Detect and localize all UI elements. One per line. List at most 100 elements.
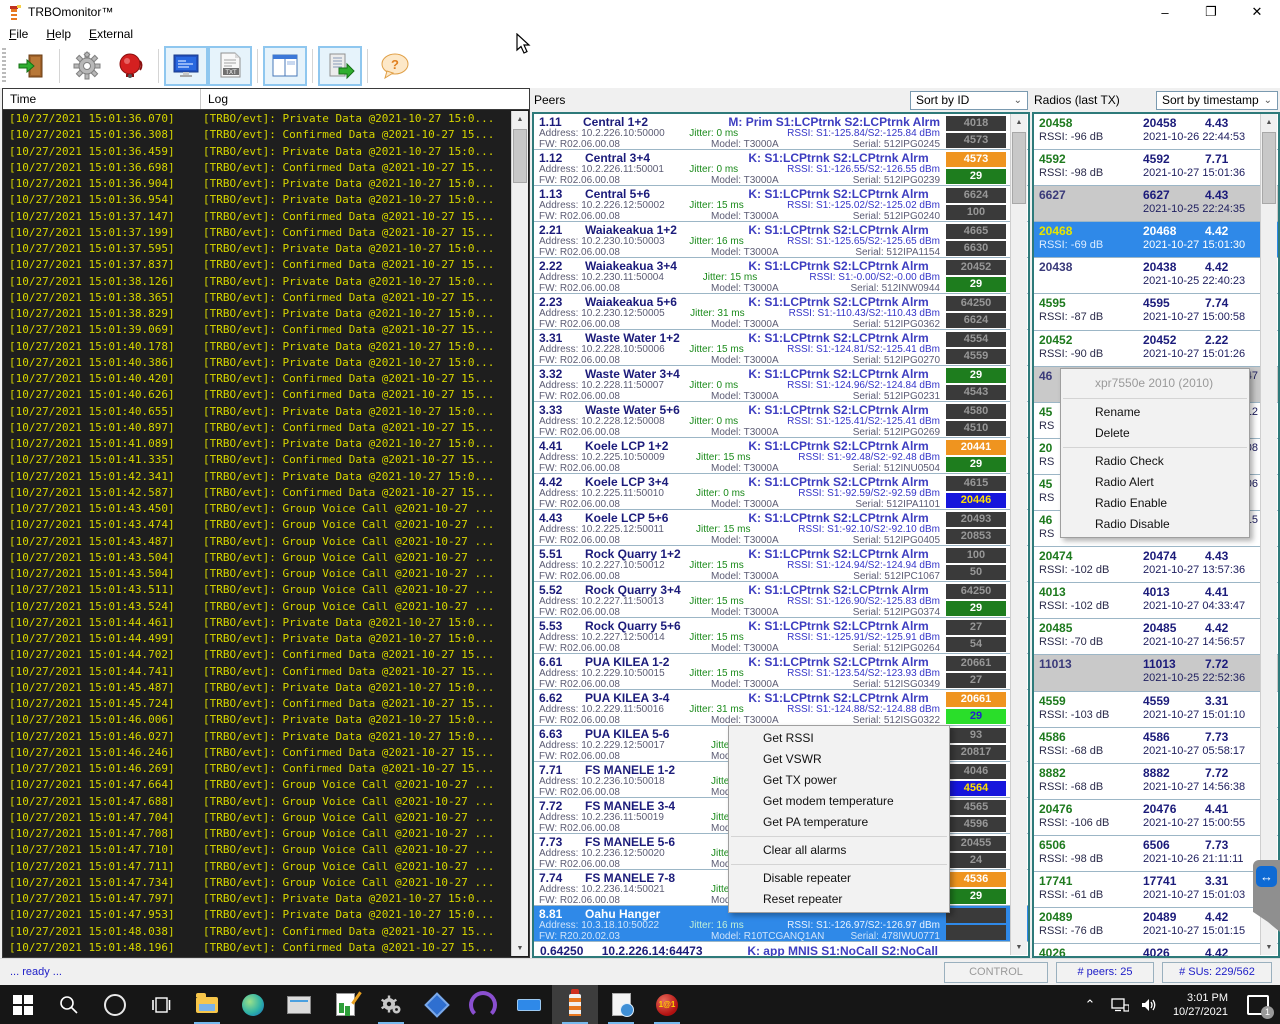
- radio-row[interactable]: 4013RSSI: -102 dB40134.412021-10-27 04:3…: [1034, 583, 1278, 619]
- log-row[interactable]: [10/27/2021 15:01:45.724][TRBO/evt]: Con…: [9, 697, 511, 713]
- peer-row[interactable]: 4.42Koele LCP 3+4K: S1:LCPtrnk S2:LCPtrn…: [534, 474, 1028, 510]
- scroll-down-icon[interactable]: ▼: [1011, 939, 1027, 955]
- radio-row[interactable]: 20438204384.422021-10-25 22:40:23: [1034, 258, 1278, 294]
- txt-log-icon[interactable]: TXT: [208, 46, 252, 86]
- file-explorer-button[interactable]: [184, 985, 230, 1024]
- edge-button[interactable]: [230, 985, 276, 1024]
- radio-row[interactable]: 4586RSSI: -68 dB45867.732021-10-27 05:58…: [1034, 728, 1278, 764]
- peer-row[interactable]: 5.51Rock Quarry 1+2K: S1:LCPtrnk S2:LCPt…: [534, 546, 1028, 582]
- scroll-up-icon[interactable]: ▲: [512, 111, 528, 127]
- log-scroll-thumb[interactable]: [513, 129, 527, 183]
- action-center-button[interactable]: 1: [1236, 995, 1280, 1015]
- context-menu-item-radio-disable[interactable]: Radio Disable: [1061, 514, 1249, 535]
- radio-row[interactable]: 20485RSSI: -70 dB204854.422021-10-27 14:…: [1034, 619, 1278, 655]
- radio-row[interactable]: 20452RSSI: -90 dB204522.222021-10-27 15:…: [1034, 331, 1278, 367]
- log-row[interactable]: [10/27/2021 15:01:43.511][TRBO/evt]: Gro…: [9, 583, 511, 599]
- log-row[interactable]: [10/27/2021 15:01:41.335][TRBO/evt]: Con…: [9, 453, 511, 469]
- scroll-down-icon[interactable]: ▼: [1261, 939, 1277, 955]
- log-row[interactable]: [10/27/2021 15:01:47.710][TRBO/evt]: Gro…: [9, 843, 511, 859]
- log-row[interactable]: [10/27/2021 15:01:43.450][TRBO/evt]: Gro…: [9, 502, 511, 518]
- log-scrollbar[interactable]: ▲ ▼: [511, 111, 528, 956]
- blue-app-button[interactable]: [414, 985, 460, 1024]
- log-row[interactable]: [10/27/2021 15:01:38.126][TRBO/evt]: Pri…: [9, 275, 511, 291]
- log-row[interactable]: [10/27/2021 15:01:44.702][TRBO/evt]: Con…: [9, 648, 511, 664]
- context-menu-item-clear-all-alarms[interactable]: Clear all alarms: [729, 840, 949, 861]
- radio-row[interactable]: 20468RSSI: -69 dB204684.422021-10-27 15:…: [1034, 222, 1278, 258]
- log-column-time[interactable]: Time: [3, 92, 200, 106]
- log-row[interactable]: [10/27/2021 15:01:40.178][TRBO/evt]: Pri…: [9, 340, 511, 356]
- tray-expand-chevron[interactable]: ⌃: [1075, 997, 1105, 1013]
- peer-row[interactable]: 6.62PUA KILEA 3-4K: S1:LCPtrnk S2:LCPtrn…: [534, 690, 1028, 726]
- log-row[interactable]: [10/27/2021 15:01:43.524][TRBO/evt]: Gro…: [9, 600, 511, 616]
- peers-sort-dropdown[interactable]: Sort by ID⌄: [910, 91, 1028, 110]
- scroll-up-icon[interactable]: ▲: [1261, 114, 1277, 130]
- context-menu-item-radio-alert[interactable]: Radio Alert: [1061, 472, 1249, 493]
- log-row[interactable]: [10/27/2021 15:01:40.655][TRBO/evt]: Pri…: [9, 405, 511, 421]
- radios-sort-dropdown[interactable]: Sort by timestamp⌄: [1156, 91, 1278, 110]
- context-menu-item-get-rssi[interactable]: Get RSSI: [729, 728, 949, 749]
- log-row[interactable]: [10/27/2021 15:01:46.246][TRBO/evt]: Con…: [9, 746, 511, 762]
- search-button[interactable]: [46, 985, 92, 1024]
- system-monitor-button[interactable]: [276, 985, 322, 1024]
- peer-row[interactable]: 3.31Waste Water 1+2K: S1:LCPtrnk S2:LCPt…: [534, 330, 1028, 366]
- peer-row[interactable]: 3.32Waste Water 3+4K: S1:LCPtrnk S2:LCPt…: [534, 366, 1028, 402]
- log-row[interactable]: [10/27/2021 15:01:40.626][TRBO/evt]: Con…: [9, 388, 511, 404]
- log-row[interactable]: [10/27/2021 15:01:47.708][TRBO/evt]: Gro…: [9, 827, 511, 843]
- radio-row[interactable]: 6506RSSI: -98 dB65067.732021-10-26 21:11…: [1034, 836, 1278, 872]
- alarm-bell-icon[interactable]: [109, 46, 153, 86]
- messaging-app-button[interactable]: 1@1: [644, 985, 690, 1024]
- log-row[interactable]: [10/27/2021 15:01:44.741][TRBO/evt]: Con…: [9, 665, 511, 681]
- task-view-button[interactable]: [138, 985, 184, 1024]
- report-app-button[interactable]: [322, 985, 368, 1024]
- log-viewer-button[interactable]: [598, 985, 644, 1024]
- log-row[interactable]: [10/27/2021 15:01:46.006][TRBO/evt]: Pri…: [9, 713, 511, 729]
- log-row[interactable]: [10/27/2021 15:01:44.461][TRBO/evt]: Pri…: [9, 616, 511, 632]
- log-row[interactable]: [10/27/2021 15:01:45.487][TRBO/evt]: Pri…: [9, 681, 511, 697]
- context-menu-item-get-tx-power[interactable]: Get TX power: [729, 770, 949, 791]
- exit-door-icon[interactable]: [10, 46, 54, 86]
- radio-row[interactable]: 402640264.42: [1034, 944, 1278, 958]
- log-row[interactable]: [10/27/2021 15:01:39.069][TRBO/evt]: Con…: [9, 323, 511, 339]
- peer-footer-row[interactable]: 0.64250 10.2.226.14:64473 K: app MNIS S1…: [534, 942, 1028, 958]
- log-row[interactable]: [10/27/2021 15:01:47.704][TRBO/evt]: Gro…: [9, 811, 511, 827]
- close-button[interactable]: ✕: [1234, 0, 1280, 24]
- log-row[interactable]: [10/27/2021 15:01:47.688][TRBO/evt]: Gro…: [9, 795, 511, 811]
- network-icon[interactable]: [1105, 997, 1135, 1013]
- minimize-button[interactable]: –: [1142, 0, 1188, 24]
- start-button[interactable]: [0, 985, 46, 1024]
- log-row[interactable]: [10/27/2021 15:01:36.459][TRBO/evt]: Pri…: [9, 145, 511, 161]
- peer-row[interactable]: 2.22Waiakeakua 3+4K: S1:LCPtrnk S2:LCPtr…: [534, 258, 1028, 294]
- split-view-icon[interactable]: [263, 46, 307, 86]
- restore-button[interactable]: ❐: [1188, 0, 1234, 24]
- radios-scroll-thumb[interactable]: [1262, 132, 1276, 204]
- log-row[interactable]: [10/27/2021 15:01:40.386][TRBO/evt]: Pri…: [9, 356, 511, 372]
- peer-row[interactable]: 2.23Waiakeakua 5+6K: S1:LCPtrnk S2:LCPtr…: [534, 294, 1028, 330]
- radio-row[interactable]: 8882RSSI: -68 dB88827.722021-10-27 14:56…: [1034, 764, 1278, 800]
- log-row[interactable]: [10/27/2021 15:01:41.089][TRBO/evt]: Pri…: [9, 437, 511, 453]
- help-balloon-icon[interactable]: ?: [373, 46, 417, 86]
- log-row[interactable]: [10/27/2021 15:01:46.027][TRBO/evt]: Pri…: [9, 730, 511, 746]
- settings-gear-icon[interactable]: [65, 46, 109, 86]
- radio-row[interactable]: 20458RSSI: -96 dB204584.432021-10-26 22:…: [1034, 114, 1278, 150]
- radio-row[interactable]: 20474RSSI: -102 dB204744.432021-10-27 13…: [1034, 547, 1278, 583]
- radio-row[interactable]: 11013110137.722021-10-25 22:52:36: [1034, 655, 1278, 691]
- taskbar-clock[interactable]: 3:01 PM 10/27/2021: [1173, 991, 1228, 1019]
- export-data-icon[interactable]: [318, 46, 362, 86]
- context-menu-item-get-vswr[interactable]: Get VSWR: [729, 749, 949, 770]
- context-menu-item-get-pa-temperature[interactable]: Get PA temperature: [729, 812, 949, 833]
- radio-row[interactable]: 4595RSSI: -87 dB45957.742021-10-27 15:00…: [1034, 294, 1278, 330]
- log-row[interactable]: [10/27/2021 15:01:37.837][TRBO/evt]: Con…: [9, 258, 511, 274]
- monitor-log-icon[interactable]: [164, 46, 208, 86]
- log-row[interactable]: [10/27/2021 15:01:36.070][TRBO/evt]: Pri…: [9, 112, 511, 128]
- device-app-button[interactable]: [506, 985, 552, 1024]
- log-row[interactable]: [10/27/2021 15:01:47.711][TRBO/evt]: Gro…: [9, 860, 511, 876]
- log-row[interactable]: [10/27/2021 15:01:38.829][TRBO/evt]: Pri…: [9, 307, 511, 323]
- log-row[interactable]: [10/27/2021 15:01:47.734][TRBO/evt]: Gro…: [9, 876, 511, 892]
- menu-external[interactable]: External: [80, 25, 142, 43]
- radios-scrollbar[interactable]: ▲ ▼: [1260, 114, 1277, 955]
- radio-row[interactable]: 662766274.432021-10-25 22:24:35: [1034, 186, 1278, 222]
- context-menu-item-disable-repeater[interactable]: Disable repeater: [729, 868, 949, 889]
- radio-row[interactable]: 20489RSSI: -76 dB204894.422021-10-27 15:…: [1034, 908, 1278, 944]
- settings-button[interactable]: [368, 985, 414, 1024]
- log-row[interactable]: [10/27/2021 15:01:36.698][TRBO/evt]: Con…: [9, 161, 511, 177]
